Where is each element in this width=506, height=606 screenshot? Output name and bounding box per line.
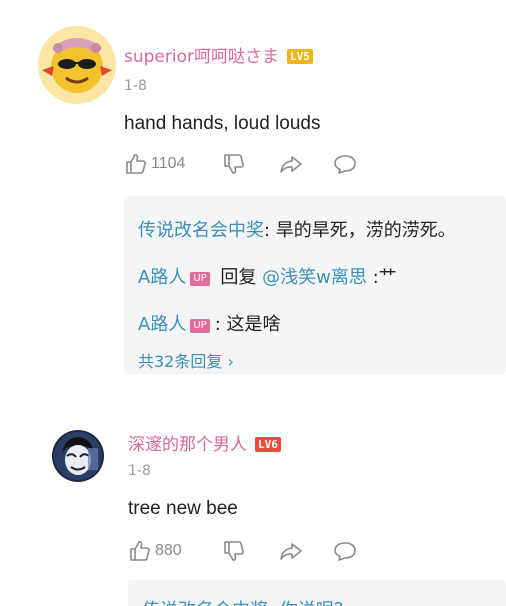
username[interactable]: 深邃的那个男人 LV6 (128, 430, 281, 455)
reply-item[interactable]: 传说改名会中奖: 旱的旱死，涝的涝死。 (138, 216, 456, 242)
comment-item: superior呵呵哒さま LV5 1-8 hand hands, loud lo… (0, 0, 506, 390)
reply-author[interactable]: A路人 (138, 314, 186, 335)
like-button[interactable]: 1104 (124, 152, 222, 176)
share-arrow-icon (280, 156, 302, 173)
comment-text: tree new bee (128, 498, 238, 519)
share-arrow-icon (280, 543, 302, 560)
share-button[interactable] (278, 152, 332, 176)
reply-item[interactable]: A路人 UP 回复 @浅笑w离思 :艹 (138, 263, 397, 289)
comment-text: hand hands, loud louds (124, 113, 321, 134)
username-text: 深邃的那个男人 (128, 435, 247, 455)
comment-date: 1-8 (128, 463, 151, 479)
share-button[interactable] (278, 539, 332, 563)
reply-item[interactable]: 传说改名会中奖: 你说呢？ (142, 596, 352, 606)
avatar-image (38, 26, 116, 104)
avatar-image (52, 430, 104, 482)
comment-date: 1-8 (124, 78, 147, 94)
speech-bubble-icon (334, 155, 356, 174)
avatar[interactable] (52, 430, 104, 482)
thumbs-down-icon (224, 541, 244, 561)
reply-separator: : (214, 314, 227, 335)
speech-bubble-icon (334, 542, 356, 561)
reply-separator: : (264, 220, 276, 241)
reply-separator: 回复 (214, 267, 263, 288)
thumbs-up-icon (130, 541, 150, 561)
thumbs-down-icon (224, 154, 244, 174)
like-count: 1104 (151, 155, 186, 172)
dislike-button[interactable] (222, 539, 278, 563)
level-badge: LV6 (255, 437, 281, 452)
thumbs-up-icon (126, 154, 146, 174)
comment-actions: 1104 (124, 150, 358, 178)
reply-mention[interactable]: @浅笑w离思 (262, 267, 367, 288)
reply-text: 旱的旱死，涝的涝死。 (275, 220, 456, 241)
reply-preview-box[interactable]: 传说改名会中奖: 你说呢？ (128, 580, 506, 606)
reply-author[interactable]: A路人 (138, 267, 186, 288)
more-replies-link[interactable]: 共32条回复 › (138, 348, 234, 372)
reply-text: :艹 (366, 267, 397, 288)
username-text: superior呵呵哒さま (124, 47, 279, 67)
reply-preview-box[interactable]: 传说改名会中奖: 旱的旱死，涝的涝死。 A路人 UP 回复 @浅笑w离思 :艹 A… (124, 196, 506, 374)
reply-item[interactable]: A路人 UP: 这是啥 (138, 310, 280, 336)
reply-author[interactable]: 传说改名会中奖 (138, 220, 264, 241)
up-badge: UP (190, 272, 210, 286)
up-badge: UP (190, 319, 210, 333)
username[interactable]: superior呵呵哒さま LV5 (124, 42, 313, 67)
reply-text: 这是啥 (226, 314, 281, 335)
level-badge: LV5 (286, 49, 313, 64)
reply-button[interactable] (332, 539, 358, 563)
like-count: 880 (155, 542, 182, 559)
dislike-button[interactable] (222, 152, 278, 176)
like-button[interactable]: 880 (128, 539, 222, 563)
comment-actions: 880 (128, 537, 358, 565)
reply-button[interactable] (332, 152, 358, 176)
avatar[interactable] (38, 26, 116, 104)
